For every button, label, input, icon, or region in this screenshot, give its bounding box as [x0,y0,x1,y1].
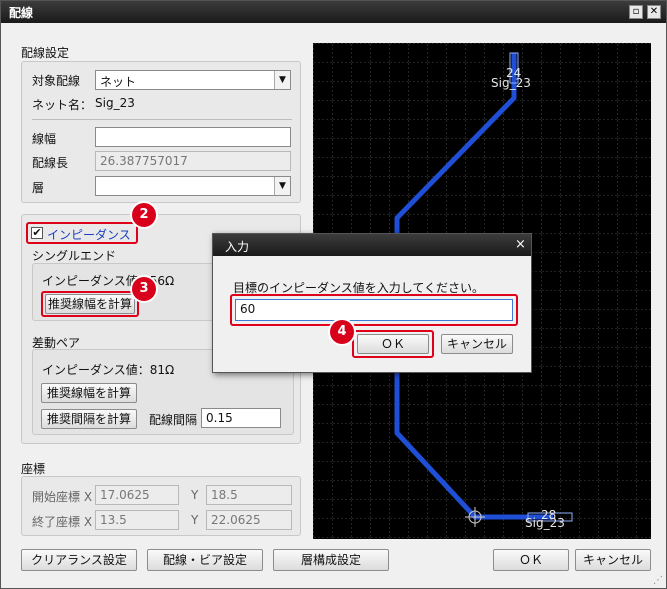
window-title: 配線 [9,6,34,20]
ok-button[interactable]: ＯＫ [493,549,569,571]
width-input[interactable] [95,127,291,147]
clearance-settings-button[interactable]: クリアランス設定 [21,549,137,571]
start-x-field: 17.0625 [95,485,179,505]
layer-config-button[interactable]: 層構成設定 [273,549,389,571]
resize-grip-icon[interactable]: ⋰ [653,575,663,586]
via-settings-button[interactable]: 配線・ビア設定 [147,549,263,571]
top-net-label: Sig_23 [491,76,531,90]
start-y-field: 18.5 [206,485,292,505]
step-badge-3: 3 [132,277,156,301]
width-label: 線幅 [32,132,57,146]
start-x-label: 開始座標 X [32,490,93,504]
highlight-impedance [26,222,138,244]
wiring-group-label: 配線設定 [21,46,70,60]
net-name-value: Sig_23 [95,96,135,110]
diff-gap-label: 配線間隔 [149,413,198,427]
divider [32,119,292,120]
window-titlebar[interactable]: 配線 ▫ ✕ [1,1,666,23]
end-y-field: 22.0625 [206,510,292,530]
bottom-net-label: Sig_23 [525,516,565,530]
coords-group-label: 座標 [21,462,46,476]
end-x-label: 終了座標 X [32,515,93,529]
target-select[interactable]: ネット ▼ [95,70,291,90]
start-y-label: Y [191,488,199,502]
dialog-title: 入力 [225,240,250,254]
close-icon[interactable]: ✕ [647,5,661,19]
net-name-label: ネット名： [32,98,93,112]
chevron-down-icon[interactable]: ▼ [274,177,290,195]
step-badge-2: 2 [132,203,156,227]
length-field: 26.387757017 [95,151,291,171]
end-y-label: Y [191,513,199,527]
input-dialog: 入力 × 目標のインピーダンス値を入力してください。 60 ＯＫ キャンセル [212,233,532,373]
highlight-value-input [230,294,518,326]
dialog-close-icon[interactable]: × [515,237,526,252]
layer-label: 層 [32,181,45,195]
layer-select[interactable]: ▼ [95,176,291,196]
step-badge-4: 4 [330,320,354,344]
target-value: ネット [100,75,137,89]
cancel-button[interactable]: キャンセル [575,549,651,571]
diff-impedance-value: インピーダンス値：81Ω [42,363,175,377]
dialog-cancel-button[interactable]: キャンセル [441,334,513,354]
length-label: 配線長 [32,156,69,170]
highlight-dialog-ok [352,330,434,358]
end-x-field: 13.5 [95,510,179,530]
diff-calc-width-button[interactable]: 推奨線幅を計算 [41,383,137,403]
diff-gap-input[interactable]: 0.15 [201,408,281,428]
dialog-titlebar[interactable]: 入力 × [213,234,531,256]
diff-calc-gap-button[interactable]: 推奨間隔を計算 [41,409,137,429]
chevron-down-icon[interactable]: ▼ [274,71,290,89]
highlight-calc-width [41,291,139,317]
single-end-label: シングルエンド [32,249,117,263]
restore-icon[interactable]: ▫ [629,5,643,19]
target-label: 対象配線 [32,74,81,88]
